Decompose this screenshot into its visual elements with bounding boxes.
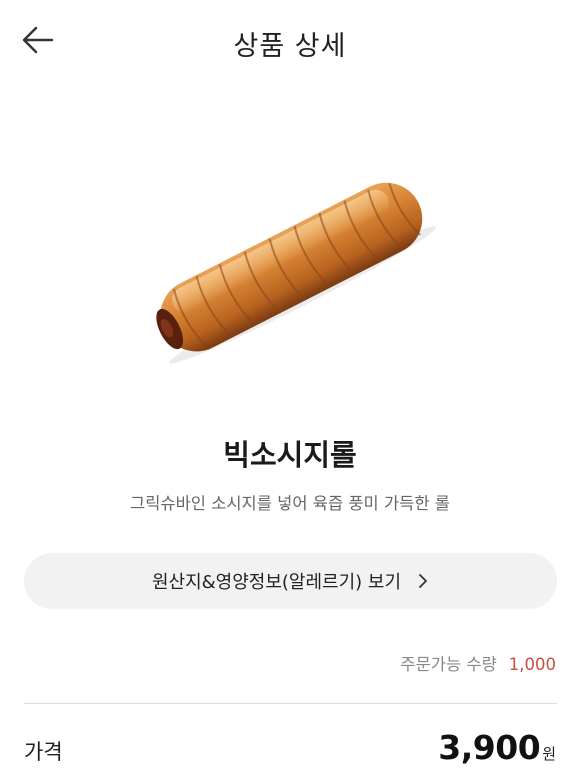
chevron-right-icon: [417, 574, 429, 588]
product-description: 그릭슈바인 소시지를 넣어 육즙 풍미 가득한 롤: [130, 494, 450, 513]
product-name: 빅소시지롤: [223, 438, 357, 472]
header: 상품 상세: [0, 0, 580, 84]
price-value: 3,900: [438, 728, 541, 767]
price-unit: 원: [542, 745, 556, 763]
price-label: 가격: [24, 740, 63, 764]
page-title: 상품 상세: [233, 31, 347, 62]
product-detail-page: 상품 상세 빅소시지롤 그릭슈바인 소시지를 넣어 육즙 풍미 가득한 롤 원산…: [0, 0, 580, 781]
order-quantity-value: 1,000: [508, 655, 556, 674]
price: 3,900 원: [438, 728, 556, 767]
product-image: [156, 182, 437, 364]
info-button-label: 원산지&영양정보(알레르기) 보기: [151, 572, 402, 593]
order-quantity-label: 주문가능 수량: [400, 655, 497, 674]
divider: [24, 703, 557, 704]
origin-nutrition-info-button[interactable]: 원산지&영양정보(알레르기) 보기: [24, 553, 557, 609]
order-available-quantity: 주문가능 수량 1,000: [400, 651, 556, 675]
